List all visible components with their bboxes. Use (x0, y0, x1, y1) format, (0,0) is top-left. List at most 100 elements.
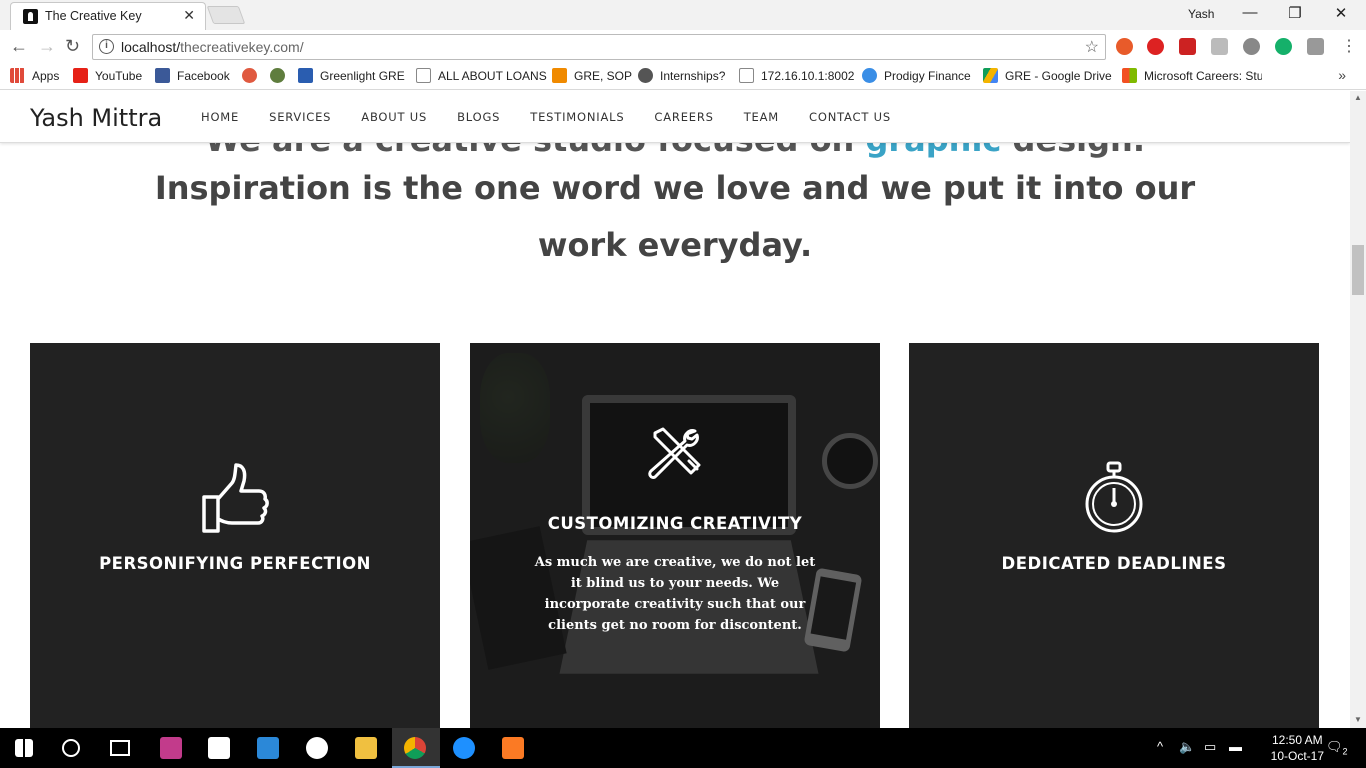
stopwatch-icon (1085, 461, 1143, 533)
page-icon (416, 68, 431, 83)
bookmark-microsoft-careers[interactable]: Microsoft Careers: Stu (1122, 68, 1262, 83)
site-nav-links: HOME SERVICES ABOUT US BLOGS TESTIMONIAL… (201, 110, 921, 124)
site-brand[interactable]: Yash Mittra (30, 104, 162, 132)
bookmark-youtube[interactable]: YouTube (73, 68, 142, 83)
hero-text-line-2: work everyday. (537, 226, 813, 264)
bookmarks-bar: Apps YouTube Facebook Greenlight GRE ALL… (0, 63, 1366, 90)
bookmark-internships[interactable]: Internships? (638, 68, 725, 83)
media-player-icon[interactable] (257, 737, 279, 759)
tab-strip: The Creative Key ✕ Yash — ❐ ✕ (0, 0, 1366, 30)
profile-name[interactable]: Yash (1188, 7, 1214, 21)
bookmark-facebook[interactable]: Facebook (155, 68, 230, 83)
card-title: CUSTOMIZING CREATIVITY (547, 514, 803, 533)
taskbar-clock[interactable]: 12:50 AM 10-Oct-17 (1271, 732, 1324, 764)
bookmark-prodigy-finance[interactable]: Prodigy Finance (862, 68, 971, 83)
bookmark-apps[interactable]: Apps (10, 68, 59, 83)
facebook-icon (155, 68, 170, 83)
windows-taskbar: ^ 🔈 ▭ ▬ 12:50 AM 10-Oct-17 🗨2 (0, 728, 1366, 768)
feature-card-creativity[interactable]: CUSTOMIZING CREATIVITY As much we are cr… (470, 343, 880, 728)
menu-icon[interactable]: ⋮ (1341, 36, 1357, 56)
cortana-icon[interactable] (62, 739, 80, 757)
bookmark-star-icon[interactable]: ☆ (1085, 37, 1099, 57)
greenlight-icon (298, 68, 313, 83)
address-bar[interactable]: i localhost/thecreativekey.com/ ☆ (92, 34, 1106, 60)
page-scrollbar[interactable]: ▲ ▼ (1350, 91, 1366, 728)
browser-toolbar: ← → ↻ i localhost/thecreativekey.com/ ☆ … (0, 30, 1366, 63)
restore-icon[interactable]: ❐ (1272, 4, 1318, 22)
hero-text-line-1: Inspiration is the one word we love and … (154, 169, 1196, 207)
frog-icon (270, 68, 285, 83)
nav-services[interactable]: SERVICES (269, 110, 331, 124)
url-text[interactable]: localhost/thecreativekey.com/ (121, 39, 304, 55)
site-navbar: Yash Mittra HOME SERVICES ABOUT US BLOGS… (0, 91, 1350, 143)
minimize-icon[interactable]: — (1227, 4, 1273, 21)
file-explorer-icon[interactable] (355, 737, 377, 759)
bookmark-frog[interactable] (270, 68, 292, 83)
extension-cube-icon[interactable] (1243, 38, 1260, 55)
bookmark-gre-google-drive[interactable]: GRE - Google Drive (983, 68, 1112, 83)
clock-time: 12:50 AM (1271, 733, 1323, 747)
volume-icon[interactable]: 🔈 (1179, 739, 1195, 755)
photo-overlay (470, 343, 880, 728)
intellij-icon[interactable] (160, 737, 182, 759)
prodigy-icon (862, 68, 877, 83)
page-icon (739, 68, 754, 83)
scroll-up-icon[interactable]: ▲ (1354, 93, 1362, 102)
more-bookmarks-icon[interactable]: » (1338, 67, 1346, 83)
reload-icon[interactable]: ↻ (65, 36, 80, 57)
site-favicon-icon (23, 9, 38, 24)
tab-title: The Creative Key (45, 9, 142, 23)
feature-card-deadlines[interactable]: DEDICATED DEADLINES (909, 343, 1319, 728)
nav-blogs[interactable]: BLOGS (457, 110, 500, 124)
new-tab-button[interactable] (206, 6, 246, 24)
bookmark-greenlight-gre[interactable]: Greenlight GRE (298, 68, 405, 83)
grammarly-icon[interactable] (1275, 38, 1292, 55)
close-window-icon[interactable]: ✕ (1318, 4, 1364, 22)
adblock-icon[interactable] (1147, 38, 1164, 55)
gre-sop-icon (552, 68, 567, 83)
thumbs-up-icon (202, 463, 269, 533)
store-icon[interactable] (208, 737, 230, 759)
task-view-icon[interactable] (110, 740, 130, 756)
windows-start-icon[interactable] (15, 739, 33, 757)
action-center-icon[interactable]: 🗨2 (1326, 739, 1348, 757)
scrollbar-thumb[interactable] (1352, 245, 1364, 295)
network-app-icon[interactable] (453, 737, 475, 759)
bookmark-owl[interactable] (242, 68, 264, 83)
notification-count: 2 (1342, 746, 1348, 757)
iheartradio-icon[interactable] (306, 737, 328, 759)
nav-team[interactable]: TEAM (744, 110, 779, 124)
site-info-icon[interactable]: i (99, 39, 114, 54)
chrome-icon[interactable] (404, 737, 426, 759)
bookmark-all-about-loans[interactable]: ALL ABOUT LOANS (416, 68, 547, 83)
network-icon[interactable]: ▭ (1204, 739, 1216, 755)
camera-icon[interactable] (1307, 38, 1324, 55)
bookmark-gre-sop[interactable]: GRE, SOP (552, 68, 632, 83)
card-description: As much we are creative, we do not let i… (534, 555, 816, 633)
nav-careers[interactable]: CAREERS (654, 110, 713, 124)
extension-forward-icon[interactable] (1179, 38, 1196, 55)
google-drive-icon (983, 68, 998, 83)
extension-fire-icon[interactable] (1116, 38, 1133, 55)
battery-icon[interactable]: ▬ (1229, 739, 1242, 754)
tray-expand-icon[interactable]: ^ (1157, 739, 1163, 754)
card-title: PERSONIFYING PERFECTION (99, 554, 371, 573)
bookmark-ip-address[interactable]: 172.16.10.1:8002 (739, 68, 854, 83)
feature-card-perfection[interactable]: PERSONIFYING PERFECTION (30, 343, 440, 728)
back-icon[interactable]: ← (10, 36, 28, 57)
forward-icon[interactable]: → (38, 36, 56, 57)
nav-contact-us[interactable]: CONTACT US (809, 110, 891, 124)
browser-tab[interactable]: The Creative Key ✕ (10, 2, 206, 30)
tools-icon (648, 427, 701, 479)
extension-page-icon[interactable] (1211, 38, 1228, 55)
owl-icon (242, 68, 257, 83)
microsoft-icon (1122, 68, 1137, 83)
internships-icon (638, 68, 653, 83)
xampp-icon[interactable] (502, 737, 524, 759)
card-title: DEDICATED DEADLINES (1001, 554, 1227, 573)
close-tab-icon[interactable]: ✕ (183, 7, 195, 24)
nav-testimonials[interactable]: TESTIMONIALS (530, 110, 624, 124)
nav-about-us[interactable]: ABOUT US (361, 110, 427, 124)
scroll-down-icon[interactable]: ▼ (1354, 715, 1362, 724)
nav-home[interactable]: HOME (201, 110, 239, 124)
